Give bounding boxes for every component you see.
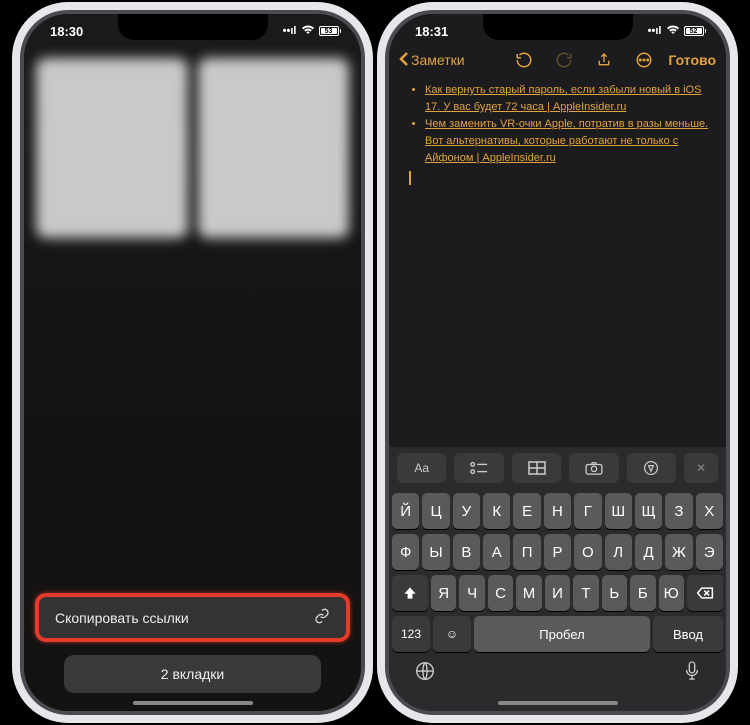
signal-icon: ••ıl (648, 25, 662, 37)
key-Б[interactable]: Б (630, 575, 655, 611)
key-Щ[interactable]: Щ (635, 493, 662, 529)
key-Ж[interactable]: Ж (665, 534, 692, 570)
tab-thumbnail[interactable] (198, 58, 350, 238)
backspace-key[interactable] (687, 575, 723, 611)
text-format-button[interactable]: Aa (397, 453, 446, 483)
key-М[interactable]: М (516, 575, 541, 611)
phone-right: 18:31 ••ıl 52 Заметки Готово (385, 10, 730, 715)
key-Ь[interactable]: Ь (602, 575, 627, 611)
status-icons: ••ıl 53 (283, 25, 341, 38)
tab-thumbnails (24, 48, 361, 248)
done-button[interactable]: Готово (668, 52, 716, 68)
link-icon (314, 608, 330, 627)
key-Г[interactable]: Г (574, 493, 601, 529)
note-content[interactable]: Как вернуть старый пароль, если забыли н… (389, 74, 726, 447)
chevron-left-icon (399, 51, 409, 70)
key-З[interactable]: З (665, 493, 692, 529)
undo-icon[interactable] (514, 50, 534, 70)
safari-tabs-screen: Скопировать ссылки 2 вкладки (24, 14, 361, 711)
key-О[interactable]: О (574, 534, 601, 570)
redo-icon (554, 50, 574, 70)
home-indicator[interactable] (498, 701, 618, 705)
key-К[interactable]: К (483, 493, 510, 529)
key-Н[interactable]: Н (544, 493, 571, 529)
wifi-icon (666, 25, 680, 38)
key-Е[interactable]: Е (513, 493, 540, 529)
globe-key[interactable] (414, 660, 436, 687)
key-Л[interactable]: Л (605, 534, 632, 570)
key-С[interactable]: С (488, 575, 513, 611)
share-icon[interactable] (594, 50, 614, 70)
back-button[interactable]: Заметки (399, 51, 465, 70)
phone-left: 18:30 ••ıl 53 Скопировать ссылки 2 вкл (20, 10, 365, 715)
more-icon[interactable] (634, 50, 654, 70)
key-Ю[interactable]: Ю (659, 575, 684, 611)
key-В[interactable]: В (453, 534, 480, 570)
key-Ш[interactable]: Ш (605, 493, 632, 529)
copy-links-menu-item[interactable]: Скопировать ссылки (36, 594, 349, 641)
copy-links-label: Скопировать ссылки (55, 610, 189, 626)
signal-icon: ••ıl (283, 25, 297, 37)
key-Ч[interactable]: Ч (459, 575, 484, 611)
key-У[interactable]: У (453, 493, 480, 529)
key-Д[interactable]: Д (635, 534, 662, 570)
key-Ф[interactable]: Ф (392, 534, 419, 570)
key-Я[interactable]: Я (431, 575, 456, 611)
key-Х[interactable]: Х (696, 493, 723, 529)
close-toolbar-button[interactable]: ✕ (684, 453, 718, 483)
notch (483, 14, 633, 40)
key-Т[interactable]: Т (573, 575, 598, 611)
key-Ы[interactable]: Ы (422, 534, 449, 570)
status-time: 18:30 (44, 24, 83, 39)
format-toolbar: Aa ✕ (389, 447, 726, 489)
wifi-icon (301, 25, 315, 38)
key-Й[interactable]: Й (392, 493, 419, 529)
notes-toolbar: Заметки Готово (389, 48, 726, 74)
dictation-key[interactable] (683, 660, 701, 687)
enter-key[interactable]: Ввод (653, 616, 723, 652)
key-Э[interactable]: Э (696, 534, 723, 570)
battery-icon: 52 (684, 26, 707, 36)
key-Ц[interactable]: Ц (422, 493, 449, 529)
notch (118, 14, 268, 40)
keyboard: ЙЦУКЕНГШЩЗХ ФЫВАПРОЛДЖЭ ЯЧСМИТЬБЮ 123 ☺ … (389, 489, 726, 711)
notes-screen: Заметки Готово Как вернуть старый пароль… (389, 14, 726, 711)
markup-button[interactable] (627, 453, 676, 483)
checklist-button[interactable] (454, 453, 503, 483)
status-icons: ••ıl 52 (648, 25, 706, 38)
tabs-count-button[interactable]: 2 вкладки (64, 655, 321, 693)
tab-thumbnail[interactable] (36, 58, 188, 238)
shift-key[interactable] (392, 575, 428, 611)
note-link[interactable]: Чем заменить VR-очки Apple, потратив в р… (425, 118, 708, 164)
status-time: 18:31 (409, 24, 448, 39)
space-key[interactable]: Пробел (474, 616, 650, 652)
table-button[interactable] (512, 453, 561, 483)
emoji-key[interactable]: ☺ (433, 616, 471, 652)
camera-button[interactable] (569, 453, 618, 483)
key-П[interactable]: П (513, 534, 540, 570)
battery-icon: 53 (319, 26, 342, 36)
key-И[interactable]: И (545, 575, 570, 611)
key-А[interactable]: А (483, 534, 510, 570)
numeric-key[interactable]: 123 (392, 616, 430, 652)
key-Р[interactable]: Р (544, 534, 571, 570)
note-link[interactable]: Как вернуть старый пароль, если забыли н… (425, 84, 701, 113)
home-indicator[interactable] (133, 701, 253, 705)
text-cursor (409, 171, 411, 185)
